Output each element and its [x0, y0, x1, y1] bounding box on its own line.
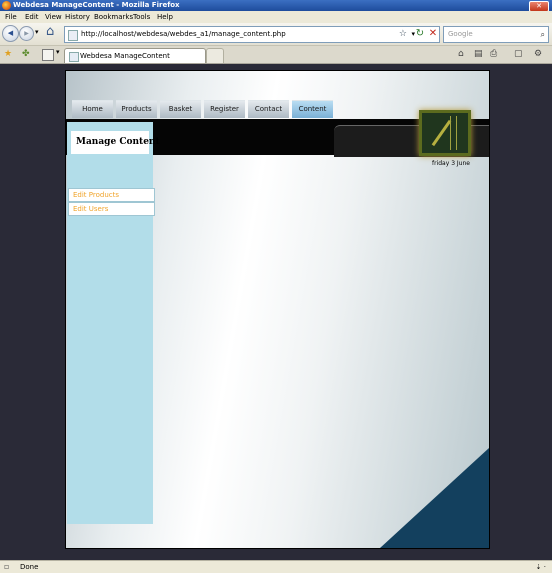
logo-line — [431, 119, 452, 147]
star-icon[interactable]: ★ — [4, 49, 12, 59]
window-titlebar: Webdesa ManageContent - Mozilla Firefox … — [0, 0, 552, 12]
site-logo — [419, 110, 471, 156]
menu-edit[interactable]: Edit — [25, 11, 39, 23]
tools-icon[interactable]: ⚙ — [534, 49, 542, 59]
search-placeholder: Google — [448, 30, 473, 38]
webpage: Manage Content Edit Products Edit Users … — [65, 70, 490, 549]
url-bar[interactable]: http://localhost/webdesa/webdes_a1/manag… — [64, 26, 440, 43]
url-text[interactable]: http://localhost/webdesa/webdes_a1/manag… — [81, 27, 286, 42]
home-icon[interactable]: ⌂ — [46, 24, 54, 39]
back-arrow-icon: ◀ — [7, 29, 14, 37]
new-tab-button[interactable] — [206, 48, 224, 63]
nav-tab-basket[interactable]: Basket — [160, 100, 201, 118]
page-menu-icon[interactable]: ▢ — [514, 49, 523, 59]
bookmark-star-icon[interactable]: ☆ — [399, 27, 407, 42]
menu-view[interactable]: View — [45, 11, 62, 23]
menu-history[interactable]: History — [65, 11, 90, 23]
search-input[interactable]: Google ⌕ — [443, 26, 549, 43]
menu-file[interactable]: File — [5, 11, 17, 23]
edit-products-link[interactable]: Edit Products — [73, 189, 119, 201]
tab-favicon-icon — [69, 52, 79, 62]
tab-label: Webdesa ManageContent — [80, 52, 170, 60]
firefox-icon — [2, 1, 11, 10]
search-icon[interactable]: ⌕ — [541, 27, 545, 42]
nav-tab-products[interactable]: Products — [116, 100, 157, 118]
nav-tab-contact[interactable]: Contact — [248, 100, 289, 118]
bookmark-icon[interactable]: ✤ — [22, 49, 30, 59]
date-label: friday 3 June — [432, 160, 470, 167]
sidebar-title: Manage Content — [76, 137, 160, 147]
menu-bookmarks[interactable]: Bookmarks — [94, 11, 133, 23]
status-text: Done — [20, 563, 39, 571]
edit-users-link[interactable]: Edit Users — [73, 203, 108, 215]
nav-tab-content[interactable]: Content — [292, 100, 333, 118]
menu-bar: File Edit View History Bookmarks Tools H… — [0, 11, 552, 23]
page-icon-button[interactable]: ⌂ — [458, 49, 464, 59]
tab-list-icon[interactable] — [42, 49, 54, 61]
nav-tab-home[interactable]: Home — [72, 100, 113, 118]
window-title: Webdesa ManageContent - Mozilla Firefox — [13, 1, 180, 9]
stop-icon[interactable]: ✕ — [427, 27, 439, 40]
status-icon: ▫ — [4, 562, 10, 571]
logo-line — [456, 116, 457, 150]
forward-arrow-icon: ▶ — [24, 30, 29, 37]
reload-icon[interactable]: ↻ — [414, 27, 426, 40]
sidebar: Manage Content Edit Products Edit Users — [67, 122, 160, 524]
sidebar-link-edit-users[interactable]: Edit Users — [68, 202, 155, 216]
tab-active[interactable]: Webdesa ManageContent — [64, 48, 206, 63]
tab-bar: ★ ✤ ▾ Webdesa ManageContent ⌂ ▤ ⎙ ▢ ⚙ — [0, 46, 552, 64]
menu-help[interactable]: Help — [157, 11, 173, 23]
sidebar-link-edit-products[interactable]: Edit Products — [68, 188, 155, 202]
nav-tab-register[interactable]: Register — [204, 100, 245, 118]
bookmarks-icon-button[interactable]: ▤ — [474, 49, 483, 59]
sidebar-title-box: Manage Content — [71, 131, 160, 154]
status-right-icons: ⇣ · — [535, 563, 546, 571]
logo-line — [450, 116, 451, 150]
history-dropdown-icon[interactable]: ▾ — [35, 28, 39, 36]
page-icon — [68, 30, 78, 41]
print-icon[interactable]: ⎙ — [490, 49, 497, 59]
status-bar: ▫ Done ⇣ · — [0, 560, 552, 573]
forward-button[interactable]: ▶ — [19, 26, 34, 41]
tab-list-dropdown-icon[interactable]: ▾ — [56, 48, 60, 56]
back-button[interactable]: ◀ — [2, 25, 19, 42]
menu-tools[interactable]: Tools — [133, 11, 150, 23]
